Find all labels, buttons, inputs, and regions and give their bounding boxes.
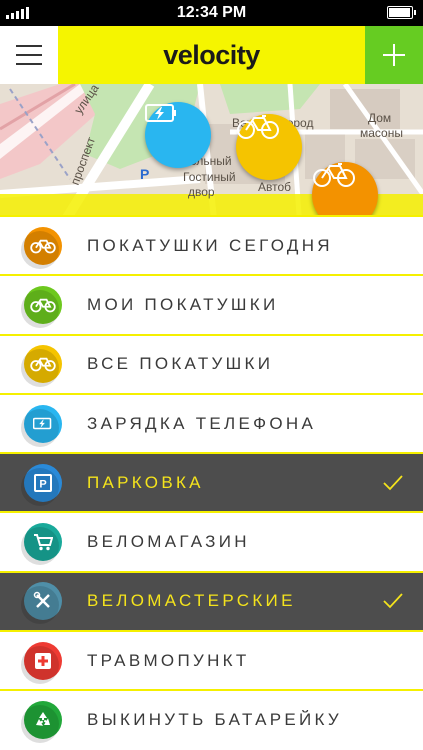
list-item-label: МОИ ПОКАТУШКИ (87, 294, 279, 314)
hamburger-menu-icon (16, 45, 42, 47)
list-item-label: ТРАВМОПУНКТ (87, 650, 250, 670)
map-marker-bike[interactable] (236, 114, 302, 180)
category-list: ПОКАТУШКИ СЕГОДНЯ МОИ ПОКАТУШКИ ВСЕ ПОКА… (0, 215, 423, 749)
menu-button[interactable] (0, 26, 58, 84)
bicycle-icon (21, 285, 62, 328)
add-button[interactable] (365, 26, 423, 84)
checkmark-icon (383, 475, 403, 491)
list-item-my-rides[interactable]: МОИ ПОКАТУШКИ (0, 274, 423, 334)
list-item-label: ВСЕ ПОКАТУШКИ (87, 354, 274, 374)
app-title: velocity (163, 40, 260, 70)
list-item-today-rides[interactable]: ПОКАТУШКИ СЕГОДНЯ (0, 215, 423, 275)
list-item-label: ВЫКИНУТЬ БАТАРЕЙКУ (87, 710, 342, 730)
bicycle-icon (313, 163, 355, 187)
list-item-label: ЗАРЯДКА ТЕЛЕФОНА (87, 413, 317, 433)
shopping-cart-icon (21, 523, 62, 566)
bicycle-icon (237, 115, 279, 139)
repair-tools-icon (21, 582, 62, 625)
list-item-phone-charging[interactable]: ЗАРЯДКА ТЕЛЕФОНА (0, 392, 423, 453)
map-building-label: Гостиный (183, 170, 236, 184)
status-time: 12:34 PM (176, 4, 247, 21)
list-item-label: ВЕЛОМАГАЗИН (87, 532, 250, 552)
battery-icon (387, 6, 416, 19)
parking-icon: P (21, 463, 62, 506)
list-item-bike-shop[interactable]: ВЕЛОМАГАЗИН (0, 511, 423, 571)
list-item-label: ПОКАТУШКИ СЕГОДНЯ (87, 235, 333, 255)
checkmark-icon (383, 593, 403, 609)
recycle-icon (21, 701, 62, 744)
list-item-bike-repair[interactable]: ВЕЛОМАСТЕРСКИЕ (0, 570, 423, 631)
list-item-first-aid[interactable]: ТРАВМОПУНКТ (0, 630, 423, 690)
first-aid-icon (21, 641, 62, 684)
map-building-label: масоны (360, 126, 403, 140)
phone-charging-icon (145, 104, 176, 122)
bicycle-icon (21, 226, 62, 269)
map-parking-icon: P (140, 166, 150, 182)
app-header: velocity (0, 26, 423, 84)
list-item-label: ВЕЛОМАСТЕРСКИЕ (87, 591, 296, 611)
map-building-label: двор (188, 185, 215, 199)
map-building-label: Дом (368, 111, 392, 125)
map-street-label: Автоб (258, 180, 292, 194)
status-bar: 12:34 PM (0, 0, 423, 26)
list-item-battery-recycling[interactable]: ВЫКИНУТЬ БАТАРЕЙКУ (0, 689, 423, 749)
bicycle-icon (21, 345, 62, 388)
list-item-parking[interactable]: P ПАРКОВКА (0, 452, 423, 512)
phone-charging-icon (21, 404, 62, 447)
list-item-all-rides[interactable]: ВСЕ ПОКАТУШКИ (0, 333, 423, 393)
list-item-label: ПАРКОВКА (87, 472, 204, 492)
map-marker-charging[interactable] (145, 102, 211, 168)
svg-text:P: P (39, 478, 46, 490)
map-view[interactable]: улица проспект Верхний город Дом масоны … (0, 84, 423, 229)
